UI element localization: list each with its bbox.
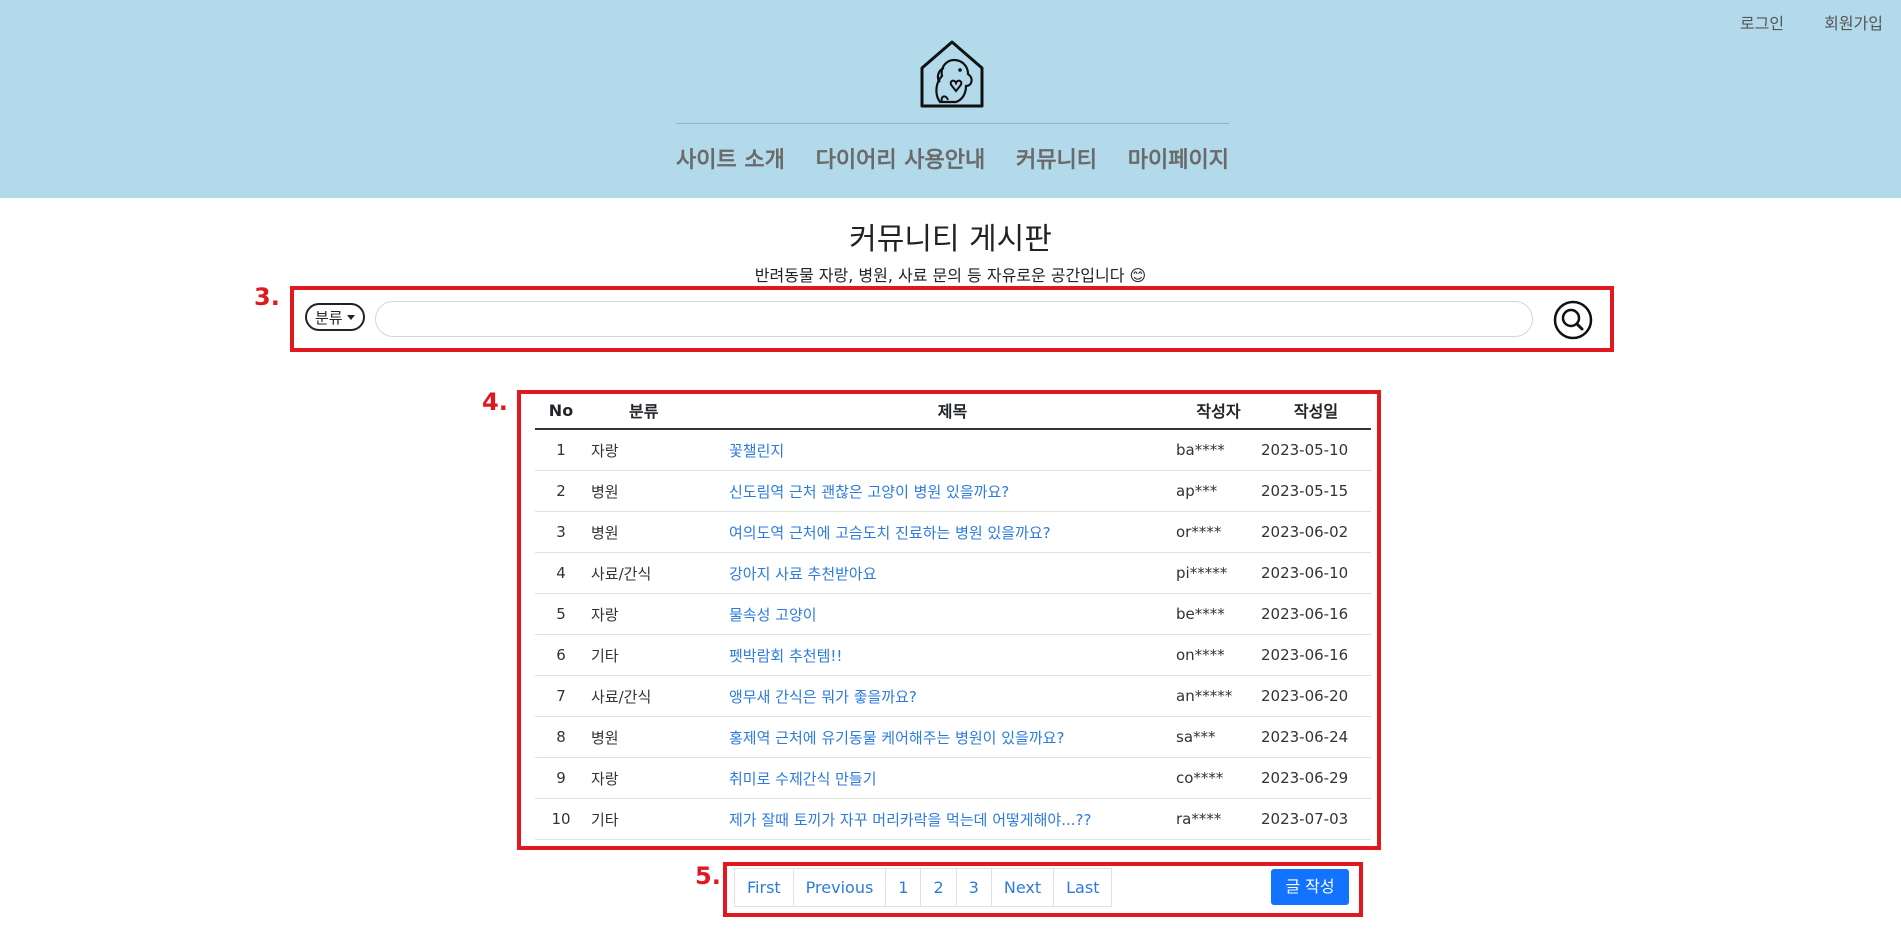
- row-category: 사료/간식: [587, 552, 729, 594]
- post-title-link[interactable]: 취미로 수제간식 만들기: [729, 770, 877, 788]
- nav-item-about[interactable]: 사이트 소개: [676, 142, 785, 174]
- row-date: 2023-06-10: [1261, 552, 1371, 594]
- row-no: 3: [535, 511, 587, 553]
- row-date: 2023-05-10: [1261, 429, 1371, 471]
- annotation-label-pager: 5.: [695, 862, 721, 890]
- nav-item-mypage[interactable]: 마이페이지: [1128, 142, 1229, 174]
- row-date: 2023-06-16: [1261, 634, 1371, 676]
- row-author: an*****: [1176, 675, 1261, 717]
- table-row: 1 자랑 꽃챌린지 ba**** 2023-05-10: [535, 429, 1371, 471]
- row-author: on****: [1176, 634, 1261, 676]
- row-date: 2023-06-02: [1261, 511, 1371, 553]
- category-dropdown-label: 분류: [315, 308, 343, 327]
- post-title-link[interactable]: 여의도역 근처에 고슴도치 진료하는 병원 있을까요?: [729, 524, 1051, 542]
- table-header-row: No 분류 제목 작성자 작성일: [535, 392, 1371, 430]
- pager-first[interactable]: First: [734, 868, 794, 907]
- row-no: 10: [535, 798, 587, 840]
- row-category: 병원: [587, 511, 729, 553]
- search-icon[interactable]: [1553, 300, 1593, 340]
- post-title-link[interactable]: 펫박람회 추천템!!: [729, 647, 842, 665]
- row-category: 자랑: [587, 593, 729, 635]
- row-date: 2023-06-20: [1261, 675, 1371, 717]
- login-link[interactable]: 로그인: [1740, 10, 1784, 34]
- row-no: 9: [535, 757, 587, 799]
- post-title-link[interactable]: 강아지 사료 추천받아요: [729, 565, 877, 583]
- row-no: 4: [535, 552, 587, 594]
- table-row: 6 기타 펫박람회 추천템!! on**** 2023-06-16: [535, 634, 1371, 676]
- nav-item-community[interactable]: 커뮤니티: [1016, 142, 1097, 174]
- table-row: 9 자랑 취미로 수제간식 만들기 co**** 2023-06-29: [535, 757, 1371, 799]
- post-title-link[interactable]: 제가 잘때 토끼가 자꾸 머리카락을 먹는데 어떻게해야...??: [729, 811, 1091, 829]
- column-header-category: 분류: [587, 392, 729, 430]
- pet-house-logo-icon[interactable]: [918, 38, 986, 110]
- row-author: ap***: [1176, 470, 1261, 512]
- search-input[interactable]: [375, 301, 1533, 337]
- row-date: 2023-05-15: [1261, 470, 1371, 512]
- row-author: be****: [1176, 593, 1261, 635]
- column-header-date: 작성일: [1261, 392, 1371, 430]
- row-date: 2023-06-29: [1261, 757, 1371, 799]
- post-title-link[interactable]: 홍제역 근처에 유기동물 케어해주는 병원이 있을까요?: [729, 729, 1064, 747]
- row-date: 2023-06-16: [1261, 593, 1371, 635]
- row-no: 2: [535, 470, 587, 512]
- annotation-label-table: 4.: [482, 388, 508, 416]
- nav-divider: [676, 123, 1229, 124]
- row-no: 8: [535, 716, 587, 758]
- post-title-link[interactable]: 신도림역 근처 괜찮은 고양이 병원 있을까요?: [729, 483, 1009, 501]
- row-category: 기타: [587, 634, 729, 676]
- row-author: co****: [1176, 757, 1261, 799]
- table-row: 4 사료/간식 강아지 사료 추천받아요 pi***** 2023-06-10: [535, 552, 1371, 594]
- caret-down-icon: [346, 314, 355, 320]
- row-no: 7: [535, 675, 587, 717]
- column-header-title: 제목: [729, 392, 1176, 430]
- signup-link[interactable]: 회원가입: [1824, 10, 1883, 34]
- row-no: 1: [535, 429, 587, 471]
- pager-next[interactable]: Next: [990, 868, 1055, 907]
- table-row: 8 병원 홍제역 근처에 유기동물 케어해주는 병원이 있을까요? sa*** …: [535, 716, 1371, 758]
- row-category: 사료/간식: [587, 675, 729, 717]
- main-nav: 사이트 소개 다이어리 사용안내 커뮤니티 마이페이지: [676, 142, 1229, 174]
- post-title-link[interactable]: 물속성 고양이: [729, 606, 817, 624]
- row-date: 2023-07-03: [1261, 798, 1371, 840]
- row-category: 자랑: [587, 757, 729, 799]
- table-row: 10 기타 제가 잘때 토끼가 자꾸 머리카락을 먹는데 어떻게해야...?? …: [535, 798, 1371, 840]
- category-dropdown[interactable]: 분류: [305, 303, 365, 331]
- column-header-no: No: [535, 392, 587, 430]
- page-title: 커뮤니티 게시판: [849, 222, 1052, 257]
- board-table: No 분류 제목 작성자 작성일 1 자랑 꽃챌린지 ba**** 2023-0…: [535, 392, 1371, 840]
- row-category: 병원: [587, 716, 729, 758]
- post-title-link[interactable]: 앵무새 간식은 뭐가 좋을까요?: [729, 688, 917, 706]
- write-post-button[interactable]: 글 작성: [1271, 869, 1349, 905]
- row-author: ba****: [1176, 429, 1261, 471]
- nav-item-diary-guide[interactable]: 다이어리 사용안내: [816, 142, 986, 174]
- pagination: First Previous 1 2 3 Next Last: [734, 868, 1113, 907]
- post-title-link[interactable]: 꽃챌린지: [729, 442, 784, 460]
- pager-page-2[interactable]: 2: [920, 868, 957, 907]
- row-author: sa***: [1176, 716, 1261, 758]
- row-author: pi*****: [1176, 552, 1261, 594]
- auth-links: 로그인 회원가입: [1740, 10, 1883, 34]
- row-date: 2023-06-24: [1261, 716, 1371, 758]
- pager-page-1[interactable]: 1: [885, 868, 922, 907]
- row-no: 6: [535, 634, 587, 676]
- row-category: 자랑: [587, 429, 729, 471]
- pager-page-3[interactable]: 3: [955, 868, 992, 907]
- pager-last[interactable]: Last: [1053, 868, 1113, 907]
- row-author: or****: [1176, 511, 1261, 553]
- table-row: 3 병원 여의도역 근처에 고슴도치 진료하는 병원 있을까요? or**** …: [535, 511, 1371, 553]
- site-header: 로그인 회원가입 사이트 소개 다이어리 사용안내 커뮤니티 마이페이지: [0, 0, 1901, 198]
- row-category: 기타: [587, 798, 729, 840]
- table-row: 7 사료/간식 앵무새 간식은 뭐가 좋을까요? an***** 2023-06…: [535, 675, 1371, 717]
- row-author: ra****: [1176, 798, 1261, 840]
- table-row: 5 자랑 물속성 고양이 be**** 2023-06-16: [535, 593, 1371, 635]
- column-header-author: 작성자: [1176, 392, 1261, 430]
- page-subtitle: 반려동물 자랑, 병원, 사료 문의 등 자유로운 공간입니다 😊: [754, 266, 1147, 285]
- row-no: 5: [535, 593, 587, 635]
- row-category: 병원: [587, 470, 729, 512]
- pager-previous[interactable]: Previous: [792, 868, 887, 907]
- table-row: 2 병원 신도림역 근처 괜찮은 고양이 병원 있을까요? ap*** 2023…: [535, 470, 1371, 512]
- annotation-label-search: 3.: [254, 283, 280, 311]
